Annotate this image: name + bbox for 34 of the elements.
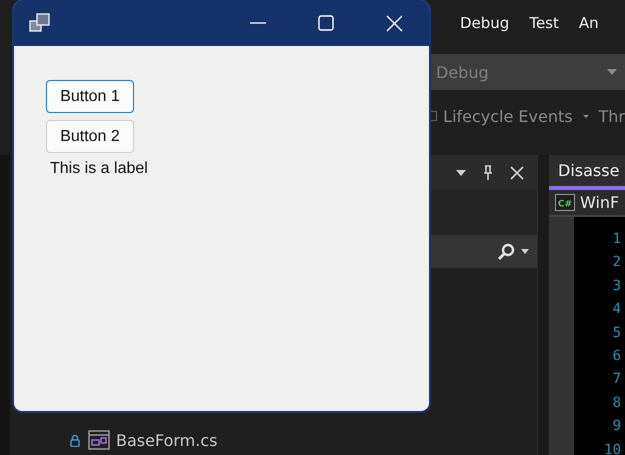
caret-icon bbox=[582, 114, 588, 118]
line-number: 5 bbox=[612, 324, 621, 343]
form-button[interactable]: Button 2 bbox=[46, 120, 134, 153]
line-number: 10 bbox=[603, 440, 621, 455]
document-tab[interactable]: Disasse bbox=[549, 155, 625, 186]
menu-item[interactable]: Test bbox=[529, 14, 559, 32]
app-icon bbox=[29, 13, 51, 33]
pin-icon[interactable] bbox=[483, 165, 493, 180]
dropdown-icon[interactable] bbox=[456, 170, 466, 176]
file-name: WinF bbox=[580, 193, 620, 212]
form-button[interactable]: Button 1 bbox=[46, 80, 134, 113]
file-item[interactable]: BaseForm.cs bbox=[116, 430, 218, 450]
caret-icon bbox=[607, 69, 617, 75]
line-number: 9 bbox=[612, 417, 621, 436]
menu-item[interactable]: An bbox=[578, 14, 599, 32]
line-number: 7 bbox=[612, 370, 621, 390]
close-icon[interactable] bbox=[510, 166, 524, 180]
toolbar-item[interactable]: Thr bbox=[598, 106, 625, 126]
csharp-file-icon: C# bbox=[555, 194, 575, 211]
form-label: This is a label bbox=[49, 160, 148, 178]
search-bar[interactable] bbox=[431, 235, 537, 268]
line-number: 2 bbox=[612, 253, 621, 272]
minimize-icon[interactable] bbox=[250, 22, 266, 24]
line-number: 3 bbox=[612, 276, 621, 296]
line-number: 1 bbox=[612, 230, 621, 249]
maximize-icon[interactable] bbox=[318, 15, 334, 31]
menu-item[interactable]: Debug bbox=[460, 14, 510, 32]
form-file-icon bbox=[88, 430, 110, 450]
caret-icon[interactable] bbox=[521, 249, 529, 254]
lifecycle-events-dropdown[interactable]: Lifecycle Events bbox=[443, 106, 573, 126]
line-number: 4 bbox=[612, 300, 621, 320]
line-number: 6 bbox=[612, 347, 621, 366]
search-icon[interactable] bbox=[497, 242, 515, 260]
line-number: 8 bbox=[612, 394, 621, 413]
